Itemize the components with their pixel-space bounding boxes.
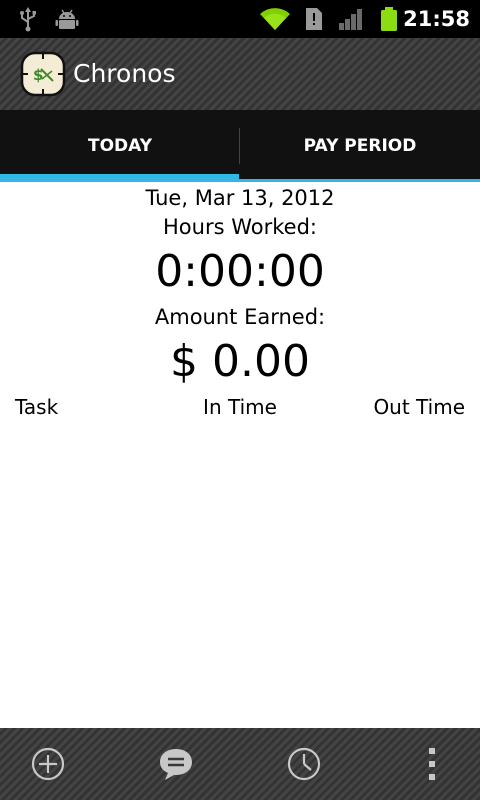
screen: 21:58 $ Chronos TODAY PAY PERIOD Tue, Ma… (0, 0, 480, 800)
usb-icon (16, 0, 40, 38)
android-debug-icon (54, 0, 80, 38)
clock-icon (287, 747, 321, 781)
hours-worked-value: 0:00:00 (155, 246, 325, 297)
add-button[interactable] (18, 728, 78, 800)
overflow-menu-icon (429, 748, 435, 780)
tab-pay-period[interactable]: PAY PERIOD (240, 110, 480, 182)
battery-icon (378, 0, 400, 38)
tab-bar: TODAY PAY PERIOD (0, 110, 480, 182)
hours-worked-label: Hours Worked: (163, 215, 317, 239)
selected-tab-indicator (0, 174, 239, 182)
wifi-icon (258, 0, 292, 38)
amount-earned-value: $ 0.00 (170, 336, 310, 387)
tab-bar-underline (239, 179, 480, 182)
amount-earned-label: Amount Earned: (154, 305, 326, 329)
clock-button[interactable] (274, 728, 334, 800)
overflow-menu-button[interactable] (402, 728, 462, 800)
current-date: Tue, Mar 13, 2012 (145, 186, 335, 210)
sd-card-icon (304, 0, 324, 38)
bottom-action-bar (0, 728, 480, 800)
add-icon (31, 747, 65, 781)
note-button[interactable] (146, 728, 206, 800)
app-title: Chronos (73, 59, 176, 88)
column-header-out-time: Out Time (373, 395, 465, 419)
action-bar: $ Chronos (0, 38, 480, 110)
status-time: 21:58 (403, 7, 470, 31)
signal-icon (336, 0, 366, 38)
chronos-app-icon[interactable]: $ (20, 51, 66, 97)
note-icon (160, 749, 192, 780)
tab-today[interactable]: TODAY (0, 110, 240, 182)
status-bar: 21:58 (0, 0, 480, 38)
